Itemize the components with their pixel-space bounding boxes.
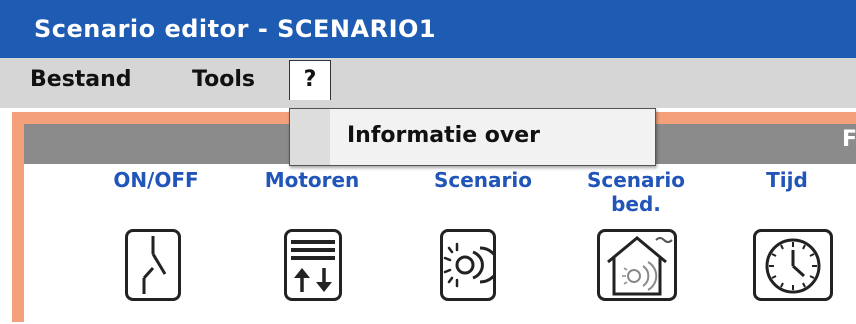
scenario-button[interactable]: [440, 229, 496, 301]
clock-icon: [765, 238, 821, 294]
motor-icon: [291, 240, 335, 292]
window-title: Scenario editor - SCENARIO1: [34, 15, 437, 43]
title-bar: Scenario editor - SCENARIO1: [0, 0, 856, 58]
menu-help[interactable]: ?: [289, 60, 331, 100]
switch-icon: [142, 236, 167, 294]
house-scenario-icon: [607, 236, 673, 296]
menu-item-informatie-over[interactable]: Informatie over: [347, 123, 540, 148]
scenario-bed-button[interactable]: [597, 229, 677, 301]
toolbar-label-motoren: Motoren: [264, 168, 360, 192]
toolbar-label-onoff: ON/OFF: [113, 168, 199, 192]
toolbar-label-scenario-bed: Scenario bed.: [571, 168, 701, 216]
onoff-button[interactable]: [125, 229, 181, 301]
menu-bar: Bestand Tools ?: [0, 58, 856, 108]
toolbar-label-scenario: Scenario: [433, 168, 533, 192]
menu-bestand[interactable]: Bestand: [30, 58, 132, 102]
menu-tools[interactable]: Tools: [192, 58, 255, 102]
toolbar-label-tijd: Tijd: [766, 168, 808, 192]
motoren-button[interactable]: [284, 229, 342, 301]
help-dropdown-menu: Informatie over: [289, 108, 656, 166]
dropdown-icon-gutter: [290, 109, 330, 165]
tijd-button[interactable]: [753, 229, 833, 301]
toolbar-label-scenario-bed-text: Scenario bed.: [586, 168, 686, 216]
panel-header-text: Fa: [842, 127, 856, 152]
scenario-icon: [443, 242, 493, 288]
